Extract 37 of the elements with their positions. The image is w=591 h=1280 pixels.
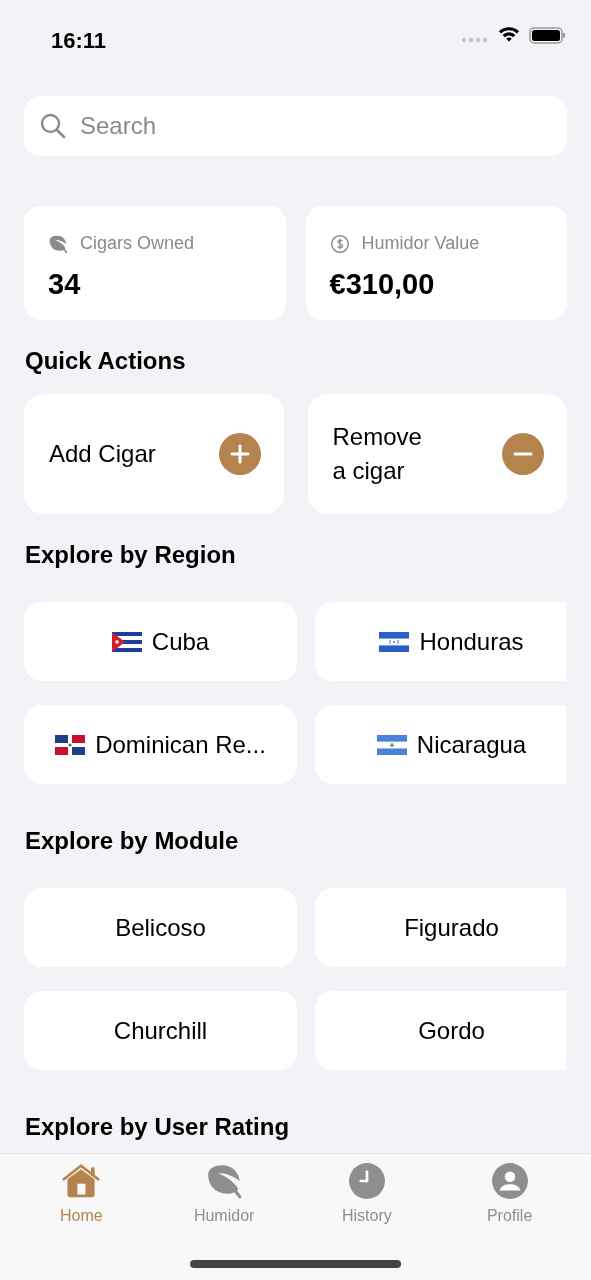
stat-label: Cigars Owned [80, 232, 195, 255]
module-button[interactable]: Churchill [24, 991, 297, 1070]
section-heading: Explore by Module [25, 826, 240, 856]
section-heading: Quick Actions [25, 346, 187, 376]
remove-cigar-button[interactable]: Remove a cigar [307, 394, 567, 514]
module-button[interactable]: Gordo [315, 991, 566, 1070]
leaf-icon [205, 1162, 244, 1200]
clock-icon [347, 1162, 386, 1200]
module-button[interactable]: Figurado [315, 888, 566, 967]
search-bar[interactable]: Search [24, 96, 567, 156]
region-button[interactable]: Honduras [315, 602, 566, 681]
flag-icon [379, 631, 410, 652]
plus-icon [218, 433, 261, 475]
home-icon [62, 1162, 101, 1200]
region-button[interactable]: Nicaragua [315, 705, 566, 784]
section-heading: Explore by User Rating [25, 1112, 291, 1142]
module-button[interactable]: Belicoso [24, 888, 297, 967]
search-icon [40, 113, 66, 139]
region-button[interactable]: Cuba [24, 602, 297, 681]
stat-value: €310,00 [329, 267, 436, 302]
signal-icon [461, 37, 489, 43]
dollar-icon [329, 233, 350, 254]
region-button[interactable]: Dominican Re... [24, 705, 297, 784]
stat-value: 34 [48, 267, 82, 302]
flag-icon [55, 734, 86, 755]
section-heading: Explore by Region [25, 540, 237, 570]
battery-icon [529, 27, 566, 44]
search-field[interactable]: Search [78, 107, 551, 145]
flag-icon [376, 734, 407, 755]
wifi-icon [497, 27, 521, 43]
profile-icon [490, 1162, 529, 1200]
stat-label: Humidor Value [361, 232, 480, 255]
minus-icon [502, 433, 544, 475]
add-cigar-button[interactable]: Add Cigar [24, 394, 284, 514]
leaf-icon [48, 233, 68, 254]
status-time: 16:11 [51, 27, 107, 55]
flag-icon [111, 631, 142, 652]
